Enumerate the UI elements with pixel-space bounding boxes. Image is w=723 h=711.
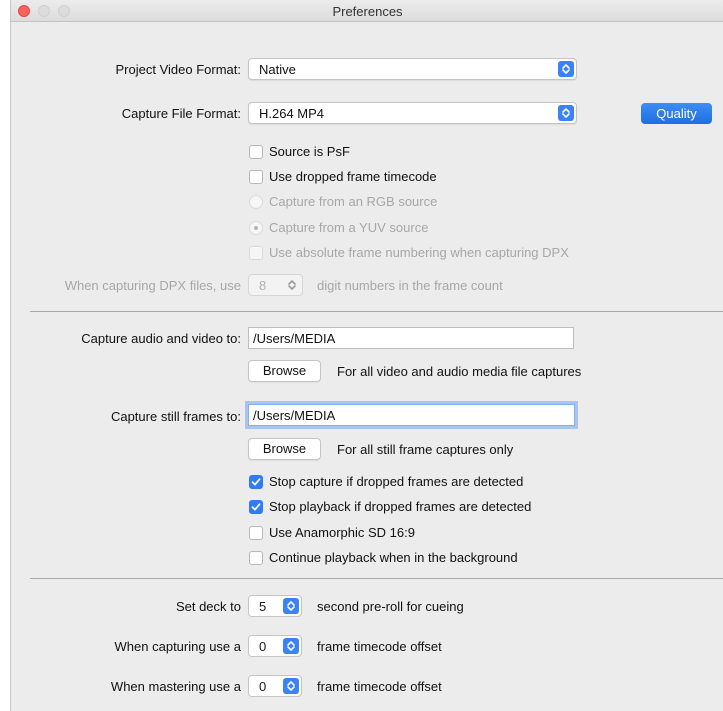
project-video-format-value: Native [259, 62, 296, 77]
popup-arrows-icon [558, 105, 574, 121]
capture-av-path-field[interactable] [248, 327, 574, 349]
master-offset-stepper[interactable]: 0 [248, 675, 302, 697]
radio-dot-icon [254, 226, 258, 230]
stepper-arrows-icon [283, 598, 299, 614]
preroll-suffix: second pre-roll for cueing [317, 599, 464, 614]
stop-playback-checkbox[interactable] [249, 500, 263, 514]
source-psf-checkbox[interactable] [249, 145, 263, 159]
title-bar: Preferences [11, 0, 723, 22]
capture-file-format-label: Capture File Format: [121, 106, 241, 121]
dropped-frame-timecode-label: Use dropped frame timecode [269, 169, 437, 184]
separator [30, 311, 723, 312]
continue-playback-checkbox[interactable] [249, 551, 263, 565]
capture-offset-value: 0 [259, 639, 267, 654]
dropped-frame-timecode-checkbox[interactable] [249, 170, 263, 184]
dpx-digits-label: When capturing DPX files, use [64, 278, 241, 293]
rgb-source-radio[interactable] [249, 195, 263, 209]
source-psf-label: Source is PsF [269, 144, 350, 159]
anamorphic-sd-checkbox[interactable] [249, 526, 263, 540]
preroll-label: Set deck to [175, 599, 241, 614]
capture-offset-label: When capturing use a [114, 639, 241, 654]
stop-capture-label: Stop capture if dropped frames are detec… [269, 474, 524, 489]
preferences-window: Preferences Project Video Format: Native… [10, 0, 723, 711]
capture-still-hint: For all still frame captures only [337, 442, 514, 457]
dpx-digits-value: 8 [259, 278, 267, 293]
window-title: Preferences [332, 4, 403, 19]
capture-av-browse-button[interactable]: Browse [248, 360, 321, 382]
anamorphic-sd-label: Use Anamorphic SD 16:9 [269, 525, 415, 540]
quality-button[interactable]: Quality [641, 103, 712, 124]
stop-capture-checkbox[interactable] [249, 475, 263, 489]
capture-av-hint: For all video and audio media file captu… [337, 364, 582, 379]
capture-av-path-input[interactable] [249, 328, 573, 348]
preroll-value: 5 [259, 599, 267, 614]
checkmark-icon [251, 478, 261, 486]
capture-offset-stepper[interactable]: 0 [248, 635, 302, 657]
master-offset-label: When mastering use a [110, 679, 241, 694]
project-video-format-popup[interactable]: Native [248, 58, 577, 80]
stepper-arrows-icon [283, 638, 299, 654]
capture-offset-suffix: frame timecode offset [317, 639, 442, 654]
stepper-arrows-icon [284, 277, 300, 293]
capture-still-path-input[interactable] [249, 405, 574, 425]
capture-still-path-field[interactable] [248, 404, 575, 426]
dpx-digits-stepper[interactable]: 8 [248, 274, 303, 296]
absolute-frame-numbering-label: Use absolute frame numbering when captur… [269, 245, 569, 260]
stepper-arrows-icon [283, 678, 299, 694]
project-video-format-label: Project Video Format: [115, 62, 241, 77]
popup-arrows-icon [558, 61, 574, 77]
preroll-stepper[interactable]: 5 [248, 595, 302, 617]
capture-file-format-value: H.264 MP4 [259, 106, 325, 121]
continue-playback-label: Continue playback when in the background [269, 550, 518, 565]
separator [30, 578, 723, 579]
master-offset-value: 0 [259, 679, 267, 694]
capture-file-format-popup[interactable]: H.264 MP4 [248, 102, 577, 124]
checkmark-icon [251, 503, 261, 511]
dpx-digits-suffix: digit numbers in the frame count [317, 278, 503, 293]
absolute-frame-numbering-checkbox[interactable] [249, 246, 263, 260]
rgb-source-label: Capture from an RGB source [269, 194, 438, 209]
capture-av-label: Capture audio and video to: [81, 331, 241, 346]
capture-still-browse-button[interactable]: Browse [248, 438, 321, 460]
yuv-source-radio[interactable] [249, 221, 263, 235]
stop-playback-label: Stop playback if dropped frames are dete… [269, 499, 532, 514]
capture-still-label: Capture still frames to: [110, 409, 241, 424]
yuv-source-label: Capture from a YUV source [269, 220, 429, 235]
master-offset-suffix: frame timecode offset [317, 679, 442, 694]
